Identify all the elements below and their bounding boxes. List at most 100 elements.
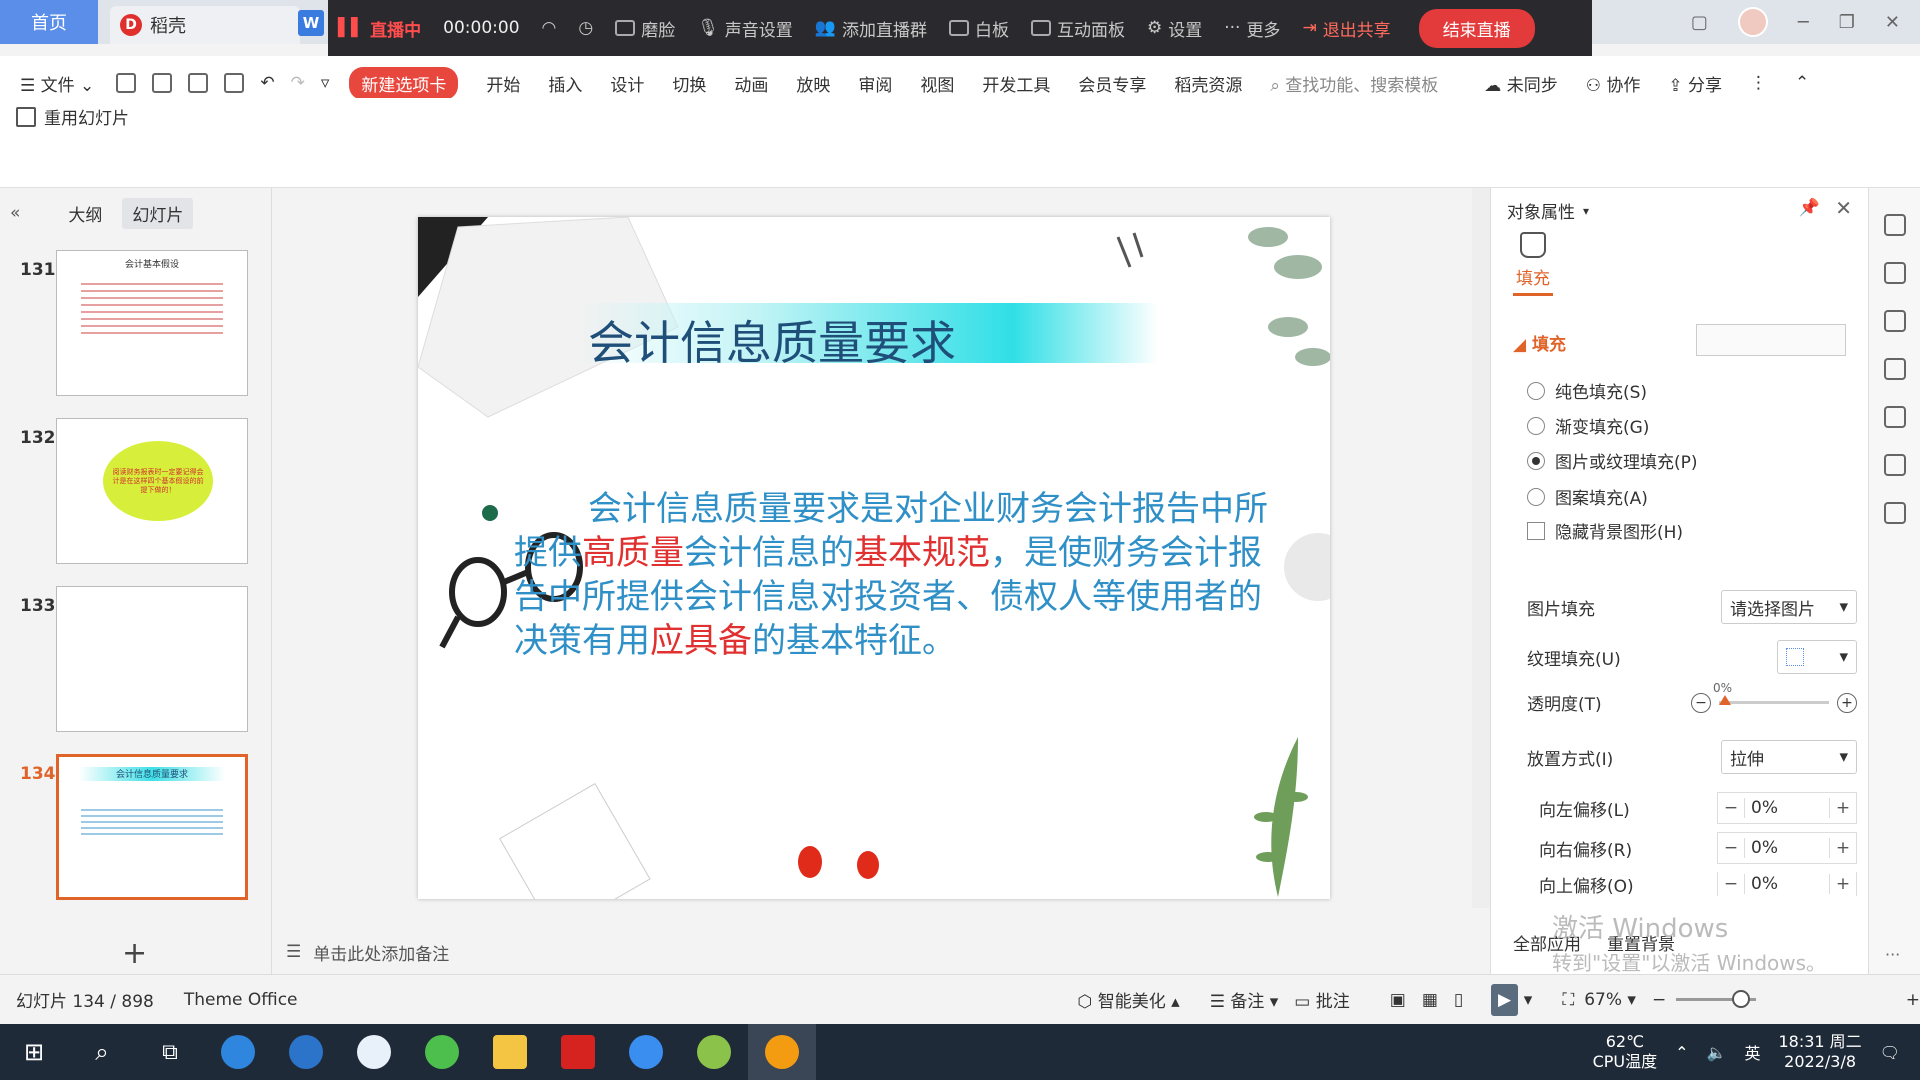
task-view-icon[interactable]: ⧉ <box>136 1024 204 1080</box>
option-solid-fill[interactable]: 纯色填充(S) <box>1527 378 1647 403</box>
plus-icon[interactable]: + <box>1830 838 1856 858</box>
interactive-panel-button[interactable]: 互动面板 <box>1030 16 1125 41</box>
save-icon[interactable] <box>116 73 137 93</box>
texture-fill-select[interactable]: ▾ <box>1777 640 1857 674</box>
feishu-icon[interactable] <box>612 1024 680 1080</box>
fill-section-header[interactable]: ◢ 填充 <box>1513 330 1566 355</box>
play-slideshow-button[interactable]: ▶ <box>1491 983 1518 1016</box>
zoom-out-icon[interactable]: − <box>1652 990 1666 1010</box>
slide-title[interactable]: 会计信息质量要求 <box>588 307 956 373</box>
clock[interactable]: 18:31 周二 2022/3/8 <box>1778 1032 1861 1072</box>
exit-share-button[interactable]: ⇥ 退出共享 <box>1302 16 1390 41</box>
reading-view-icon[interactable]: ▯ <box>1454 990 1463 1010</box>
canvas-scrollbar[interactable] <box>1472 188 1490 908</box>
search-icon[interactable]: ⌕ <box>68 1024 136 1080</box>
normal-view-icon[interactable]: ▣ <box>1390 990 1406 1010</box>
wps-office-icon[interactable] <box>544 1024 612 1080</box>
avatar[interactable] <box>1737 7 1768 37</box>
start-button[interactable]: ⊞ <box>0 1024 68 1080</box>
menu-start[interactable]: 开始 <box>486 71 520 96</box>
menu-daoke-resources[interactable]: 稻壳资源 <box>1174 71 1242 96</box>
radio-gradient[interactable] <box>1527 416 1545 435</box>
slide-thumbnail-132[interactable]: 阅读财务报表时一定要记得会计是在这样四个基本假设的前提下做的！ <box>56 418 248 564</box>
collapse-panel-icon[interactable]: « <box>10 203 20 223</box>
close-icon[interactable]: ✕ <box>1885 12 1900 33</box>
cpu-temperature[interactable]: 62℃ CPU温度 <box>1593 1032 1658 1072</box>
plus-circle-icon[interactable]: + <box>1837 692 1857 713</box>
notification-icon[interactable]: 🗨 <box>1880 1043 1900 1062</box>
slider-track[interactable]: 0% <box>1713 681 1829 705</box>
location-icon[interactable] <box>1883 502 1906 524</box>
offset-left-stepper[interactable]: −0% + <box>1717 792 1857 824</box>
minus-circle-icon[interactable]: − <box>1691 692 1711 713</box>
theme-name[interactable]: Theme Office <box>184 990 298 1010</box>
volume-icon[interactable]: 🔈 <box>1707 1043 1727 1062</box>
star-icon[interactable] <box>1883 310 1906 332</box>
minus-icon[interactable]: − <box>1718 874 1744 894</box>
picture-fill-select[interactable]: 请选择图片 ▾ <box>1721 590 1857 624</box>
plus-icon[interactable]: + <box>1830 874 1856 894</box>
menu-review[interactable]: 审阅 <box>858 71 892 96</box>
share-button[interactable]: ⇪ 分享 <box>1668 71 1722 96</box>
minus-icon[interactable]: − <box>1718 798 1744 818</box>
app-icon-2[interactable] <box>340 1024 408 1080</box>
app-icon-3[interactable] <box>408 1024 476 1080</box>
tab-outline[interactable]: 大纲 <box>58 198 112 229</box>
radio-pattern[interactable] <box>1527 487 1545 506</box>
zoom-level[interactable]: 67% ▾ <box>1584 990 1636 1010</box>
kebab-menu-icon[interactable]: ⋮ <box>1750 73 1767 93</box>
offset-right-value[interactable]: 0% <box>1744 838 1830 858</box>
radio-solid[interactable] <box>1527 381 1545 400</box>
menu-transition[interactable]: 切换 <box>672 71 706 96</box>
more-button[interactable]: ··· 更多 <box>1224 16 1280 41</box>
comments-button[interactable]: ▭ 批注 <box>1294 987 1349 1012</box>
radio-picture[interactable] <box>1527 451 1545 470</box>
hide-bg-checkbox[interactable] <box>1527 521 1545 540</box>
slide-canvas[interactable]: 会计信息质量要求 会计信息质量要求是对企业财务会计报告中所提供高质量会计信息的基… <box>418 217 1330 899</box>
print-icon[interactable] <box>188 73 209 93</box>
placement-select[interactable]: 拉伸 ▾ <box>1721 740 1857 774</box>
menu-insert[interactable]: 插入 <box>548 71 582 96</box>
zoom-slider-thumb[interactable] <box>1732 990 1751 1008</box>
sync-button[interactable]: ☁ 未同步 <box>1484 71 1557 96</box>
menu-member[interactable]: 会员专享 <box>1078 71 1146 96</box>
undo-icon[interactable]: ↶ <box>260 73 274 93</box>
slide-thumbnail-131[interactable]: 会计基本假设 <box>56 250 248 396</box>
offset-left-value[interactable]: 0% <box>1744 798 1830 818</box>
tab-daoke[interactable]: D 稻壳 <box>110 6 300 44</box>
collapse-ribbon-icon[interactable]: ⌃ <box>1795 73 1809 93</box>
customize-icon[interactable]: ▿ <box>321 73 330 93</box>
clock-icon[interactable]: ◷ <box>578 18 593 38</box>
add-group-button[interactable]: 👥 添加直播群 <box>815 16 927 41</box>
redo-icon[interactable]: ↷ <box>291 73 305 93</box>
beauty-button[interactable]: 磨脸 <box>615 16 675 41</box>
menu-new-tab[interactable]: 新建选项卡 <box>349 66 459 100</box>
file-explorer-icon[interactable] <box>476 1024 544 1080</box>
reuse-slides-button[interactable]: 重用幻灯片 <box>16 104 129 129</box>
collab-button[interactable]: ⚇ 协作 <box>1586 71 1641 96</box>
sound-settings-button[interactable]: 🎙 声音设置 <box>697 16 793 41</box>
zoom-in-icon[interactable]: + <box>1906 990 1920 1010</box>
workspace-icon[interactable]: ▢ <box>1691 12 1708 33</box>
panel-title-dropdown[interactable]: 对象属性 ▾ <box>1507 198 1589 223</box>
search-input[interactable]: ⌕ 查找功能、搜索模板 <box>1270 71 1438 96</box>
tab-home[interactable]: 首页 <box>0 0 98 44</box>
plus-icon[interactable]: + <box>1830 798 1856 818</box>
export-icon[interactable] <box>152 73 173 93</box>
offset-up-value[interactable]: 0% <box>1744 874 1830 894</box>
hide-bg-graphics[interactable]: 隐藏背景图形(H) <box>1527 518 1683 543</box>
end-live-button[interactable]: 结束直播 <box>1418 8 1535 48</box>
close-icon[interactable]: ✕ <box>1835 196 1852 220</box>
transparency-slider[interactable]: − 0% + <box>1691 681 1857 713</box>
fit-window-icon[interactable]: ⛶ <box>1562 990 1574 1010</box>
properties-icon[interactable] <box>1883 262 1906 284</box>
ellipsis-icon[interactable]: ··· <box>1885 945 1900 964</box>
live-settings-button[interactable]: ⚙ 设置 <box>1147 16 1202 41</box>
layers-icon[interactable] <box>1883 358 1906 380</box>
tab-slides[interactable]: 幻灯片 <box>122 197 194 229</box>
option-pattern-fill[interactable]: 图案填充(A) <box>1527 484 1648 509</box>
ime-indicator[interactable]: 英 <box>1744 1040 1760 1064</box>
menu-file[interactable]: ☰ 文件 ⌄ <box>20 71 94 96</box>
menu-design[interactable]: 设计 <box>610 71 644 96</box>
menu-view[interactable]: 视图 <box>920 71 954 96</box>
